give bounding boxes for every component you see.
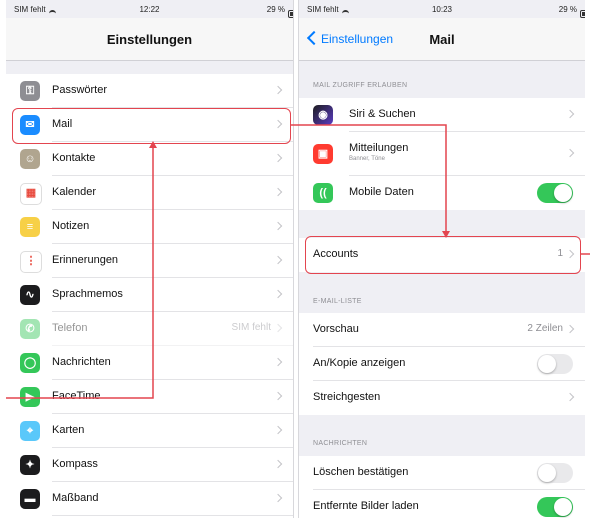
arrow-mail-to-accounts: [290, 124, 447, 234]
arrowhead-up: [149, 141, 157, 148]
arrowhead-down: [442, 231, 450, 238]
annotation-arrows: [6, 124, 590, 399]
arrow-bottom-to-mail: [6, 146, 154, 399]
